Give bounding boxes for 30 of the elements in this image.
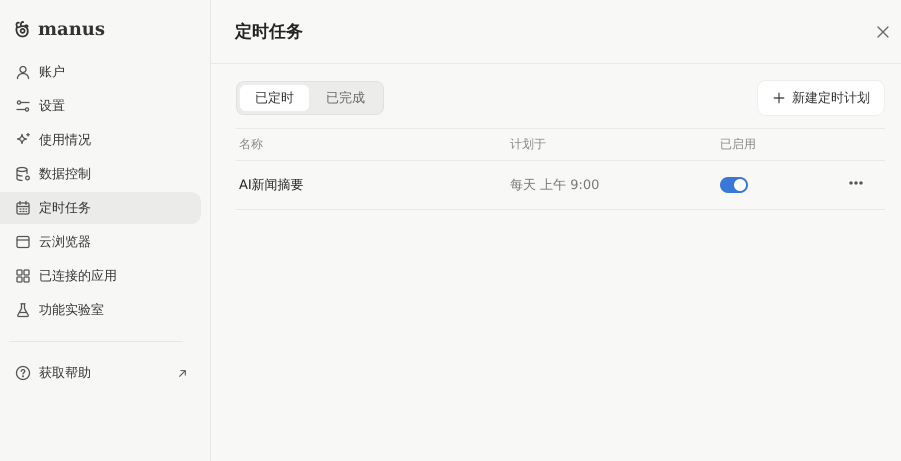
column-header: 已启用 — [719, 136, 757, 153]
new-schedule-button[interactable]: 新建定时计划 — [757, 80, 885, 116]
grid-icon — [15, 268, 31, 284]
flask-icon — [15, 302, 31, 318]
logo-text: manus — [38, 18, 106, 40]
sidebar-item[interactable]: 使用情况 — [0, 124, 201, 156]
sidebar-item[interactable]: 账户 — [0, 56, 201, 88]
toggle-switch[interactable] — [720, 177, 748, 193]
person-icon — [15, 64, 31, 80]
sliders-icon — [15, 98, 31, 114]
database-icon — [15, 166, 31, 182]
page-title: 定时任务 — [235, 21, 303, 43]
help-link[interactable]: 获取帮助 — [0, 357, 201, 389]
tab[interactable]: 已定时 — [240, 85, 309, 111]
sidebar-item[interactable]: 功能实验室 — [0, 294, 201, 326]
sidebar-item[interactable]: 云浏览器 — [0, 226, 201, 258]
table-cell-text: AI新闻摘要 — [238, 177, 305, 194]
sidebar-item[interactable]: 已连接的应用 — [0, 260, 201, 292]
column-header: 名称 — [238, 136, 264, 153]
table-cell-text: 每天 上午 9:00 — [509, 177, 600, 194]
sidebar-item[interactable]: 数据控制 — [0, 158, 201, 190]
question-circle-icon — [15, 365, 31, 381]
tab[interactable]: 已完成 — [311, 85, 380, 111]
sidebar-item[interactable]: 定时任务 — [0, 192, 201, 224]
column-header: 计划于 — [509, 136, 547, 153]
plus-icon — [772, 91, 786, 105]
close-icon — [875, 24, 891, 40]
sidebar-item[interactable]: 设置 — [0, 90, 201, 122]
calendar-icon — [15, 200, 31, 216]
browser-window-icon — [15, 234, 31, 250]
